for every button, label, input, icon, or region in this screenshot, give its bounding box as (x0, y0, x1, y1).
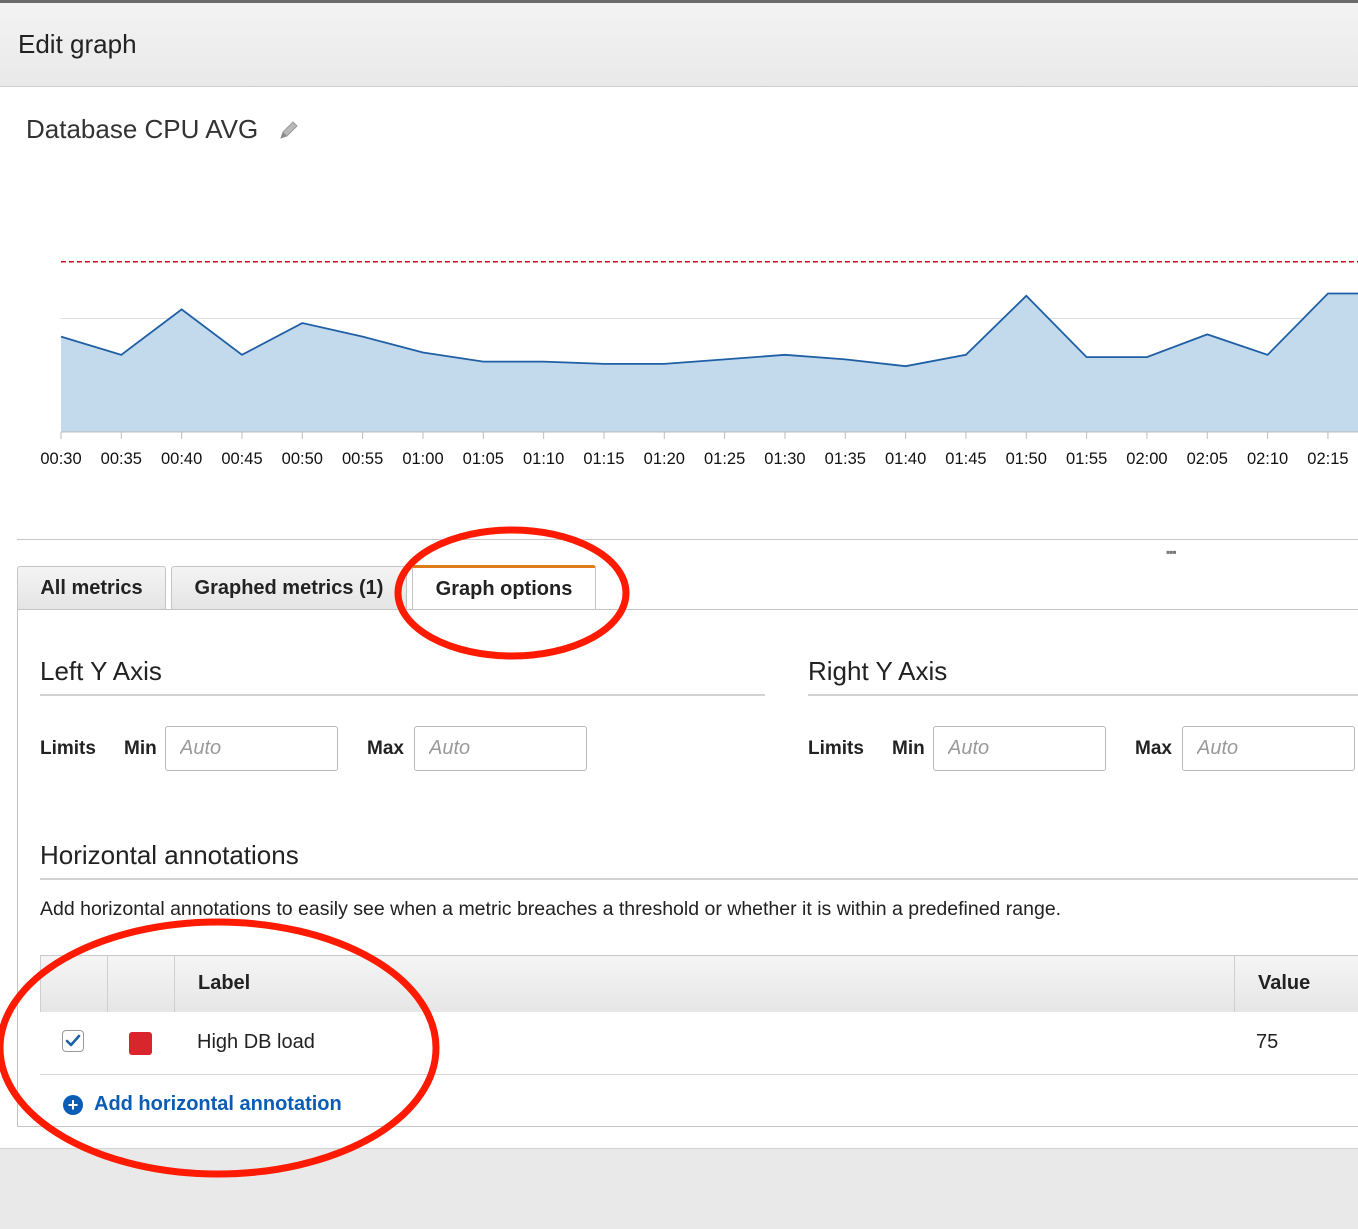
modal-header: Edit graph (0, 3, 1358, 87)
label-column-header[interactable]: Label (198, 972, 250, 995)
x-tick-label: 02:10 (1247, 450, 1288, 468)
x-tick-label: 00:40 (161, 450, 202, 468)
left-limits-label: Limits (40, 738, 96, 759)
left-axis-rule (40, 694, 765, 696)
modal-footer (0, 1148, 1358, 1229)
left-max-input[interactable] (414, 726, 587, 771)
right-max-input[interactable] (1182, 726, 1355, 771)
annotations-title: Horizontal annotations (40, 840, 299, 870)
annotations-rule (40, 878, 1358, 880)
series-area (61, 293, 1358, 432)
left-min-label: Min (124, 738, 157, 759)
annotation-label[interactable]: High DB load (197, 1031, 315, 1054)
graph-title: Database CPU AVG (26, 114, 259, 144)
right-axis-title: Right Y Axis (808, 656, 948, 686)
resize-divider (17, 539, 1358, 540)
modal-title: Edit graph (18, 29, 137, 59)
right-min-label: Min (892, 738, 925, 759)
table-row: High DB load 75 (40, 1012, 1358, 1075)
left-max-label: Max (367, 738, 404, 759)
plus-circle-icon: + (63, 1094, 83, 1115)
x-tick-label: 01:35 (825, 450, 866, 468)
pencil-icon[interactable] (278, 119, 300, 141)
x-tick-label: 00:55 (342, 450, 383, 468)
x-tick-label: 01:10 (523, 450, 564, 468)
x-tick-label: 01:55 (1066, 450, 1107, 468)
left-axis-title: Left Y Axis (40, 656, 162, 686)
right-min-input[interactable] (933, 726, 1106, 771)
column-separator (107, 956, 108, 1012)
left-min-input[interactable] (165, 726, 338, 771)
x-tick-label: 01:15 (583, 450, 624, 468)
x-tick-label: 01:40 (885, 450, 926, 468)
annotation-color-swatch[interactable] (129, 1032, 152, 1055)
x-tick-label: 00:45 (221, 450, 262, 468)
add-horizontal-annotation-link[interactable]: + Add horizontal annotation (63, 1093, 342, 1116)
x-tick-label: 01:20 (644, 450, 685, 468)
x-tick-label: 01:30 (764, 450, 805, 468)
x-tick-label: 01:05 (463, 450, 504, 468)
resize-handle-icon[interactable]: ▪▪▪ (1166, 545, 1177, 559)
x-tick-label: 02:15 (1307, 450, 1348, 468)
column-separator (40, 956, 41, 1012)
right-max-label: Max (1135, 738, 1172, 759)
cpu-chart: 00:30 00:35 00:40 00:45 00:50 00:55 01:00 01:05… (40, 261, 1358, 468)
add-annotation-label: Add horizontal annotation (94, 1093, 342, 1115)
x-tick-label: 00:50 (282, 450, 323, 468)
tab-graph-options[interactable]: Graph options (412, 565, 596, 611)
x-tick-label: 01:25 (704, 450, 745, 468)
column-separator (1234, 956, 1235, 1012)
x-tick-label: 02:05 (1187, 450, 1228, 468)
right-axis-rule (808, 694, 1358, 696)
x-tick-label: 01:00 (402, 450, 443, 468)
x-tick-label: 00:35 (101, 450, 142, 468)
x-tick-label: 01:50 (1006, 450, 1047, 468)
annotation-value[interactable]: 75 (1256, 1031, 1278, 1054)
right-limits-label: Limits (808, 738, 864, 759)
annotations-description: Add horizontal annotations to easily see… (40, 898, 1062, 920)
annotation-enabled-checkbox[interactable] (62, 1030, 84, 1052)
column-separator (174, 956, 175, 1012)
tab-graphed-metrics[interactable]: Graphed metrics (1) (171, 566, 407, 610)
tab-all-metrics[interactable]: All metrics (17, 566, 166, 610)
x-tick-label: 01:45 (945, 450, 986, 468)
value-column-header[interactable]: Value (1258, 972, 1310, 995)
annotations-table-header: Label Value (40, 955, 1358, 1013)
x-tick-label: 02:00 (1126, 450, 1167, 468)
checkmark-icon (65, 1034, 81, 1047)
x-tick-label: 00:30 (40, 450, 81, 468)
